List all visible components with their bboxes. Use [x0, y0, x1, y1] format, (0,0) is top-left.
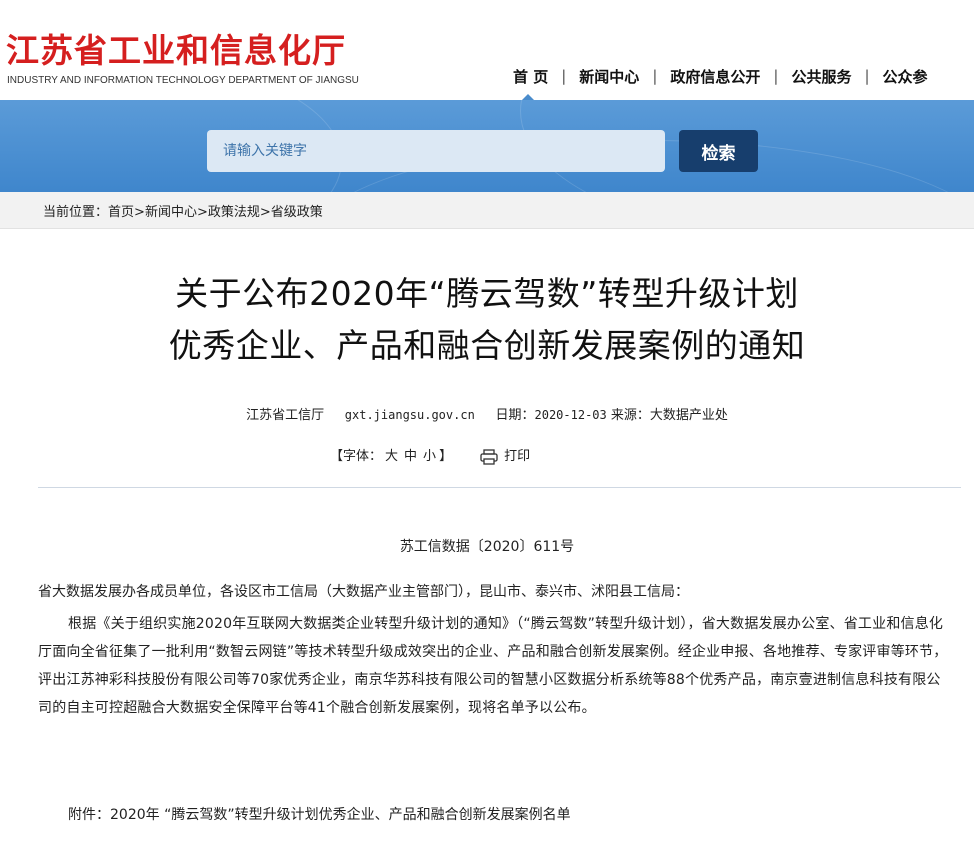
search-button[interactable]: 检索	[679, 130, 758, 172]
breadcrumb-separator: >	[259, 205, 271, 220]
nav-item-news[interactable]: 新闻中心	[566, 66, 652, 87]
printer-icon[interactable]	[480, 448, 498, 465]
article-attachment[interactable]: 附件：2020年 “腾云驾数”转型升级计划优秀企业、产品和融合创新发展案例名单	[68, 801, 974, 829]
print-link[interactable]: 打印	[504, 445, 530, 464]
article-divider	[38, 487, 961, 488]
breadcrumb-home[interactable]: 首页	[108, 205, 134, 220]
font-size-large[interactable]: 大	[385, 445, 398, 464]
nav-item-gov-info[interactable]: 政府信息公开	[657, 66, 773, 87]
font-size-small[interactable]: 小	[423, 445, 436, 464]
document-number: 苏工信数据〔2020〕611号	[399, 539, 575, 555]
breadcrumb: 当前位置：首页>新闻中心>政策法规>省级政策	[43, 201, 323, 220]
breadcrumb-separator: >	[134, 205, 145, 220]
search-input[interactable]	[207, 130, 665, 172]
article-site: gxt.jiangsu.gov.cn	[344, 408, 475, 422]
article-body-paragraph: 根据《关于组织实施2020年互联网大数据类企业转型升级计划的通知》（“腾云驾数”…	[38, 616, 948, 716]
breadcrumb-separator: >	[196, 205, 208, 220]
article-recipients: 省大数据发展办各成员单位，各设区市工信局（大数据产业主管部门），昆山市、泰兴市、…	[38, 584, 689, 600]
font-size-medium[interactable]: 中	[404, 445, 417, 464]
article-date: 2020-12-03	[534, 408, 607, 422]
article-title-line1: 关于公布2020年“腾云驾数”转型升级计划	[175, 274, 799, 313]
main-nav: 首 页 | 新闻中心 | 政府信息公开 | 公共服务 | 公众参	[500, 62, 941, 90]
breadcrumb-policy[interactable]: 政策法规	[208, 205, 260, 220]
article-tools: 【字体： 大 中 小 】 打印	[330, 445, 530, 465]
nav-item-home[interactable]: 首 页	[500, 66, 561, 87]
article-source-label: 来源：	[610, 408, 650, 423]
font-size-label: 【字体：	[330, 449, 383, 464]
article-publisher: 江苏省工信厅	[246, 408, 325, 423]
site-header: 江苏省工业和信息化厅 INDUSTRY AND INFORMATION TECH…	[0, 0, 974, 101]
breadcrumb-prefix: 当前位置：	[43, 205, 109, 220]
site-logo-subtitle: INDUSTRY AND INFORMATION TECHNOLOGY DEPA…	[7, 75, 359, 86]
article-title: 关于公布2020年“腾云驾数”转型升级计划 优秀企业、产品和融合创新发展案例的通…	[0, 268, 974, 372]
nav-item-public-service[interactable]: 公共服务	[778, 66, 864, 87]
article-date-label: 日期：	[495, 408, 535, 423]
article-title-line2: 优秀企业、产品和融合创新发展案例的通知	[168, 326, 806, 365]
breadcrumb-news[interactable]: 新闻中心	[145, 205, 197, 220]
article-source: 大数据产业处	[649, 408, 728, 423]
nav-item-public-participation[interactable]: 公众参	[870, 66, 941, 87]
breadcrumb-provincial-policy[interactable]: 省级政策	[271, 205, 323, 220]
article-meta: 江苏省工信厅 gxt.jiangsu.gov.cn 日期：2020-12-03 …	[0, 404, 974, 423]
font-size-close: 】	[439, 449, 453, 464]
site-logo-title[interactable]: 江苏省工业和信息化厅	[6, 24, 346, 72]
